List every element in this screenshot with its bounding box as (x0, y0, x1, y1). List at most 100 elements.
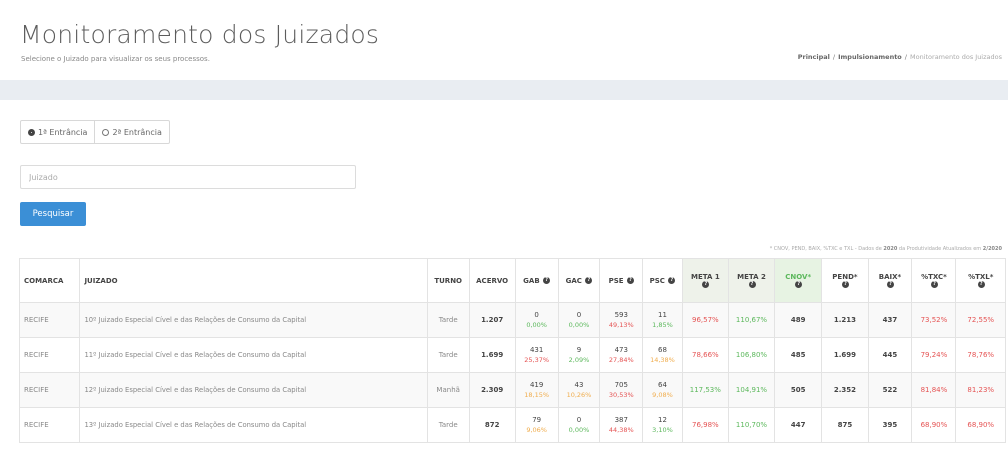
search-button[interactable]: Pesquisar (20, 202, 86, 226)
col-header-pse: PSE ? (599, 258, 644, 303)
juizado-search-input[interactable] (20, 165, 356, 189)
col-header-label: GAC (565, 276, 582, 285)
radio-entrancia-2[interactable]: 2ª Entrância (94, 121, 168, 143)
cell-baix: 437 (867, 302, 913, 338)
cell-turno: Manhã (426, 372, 470, 408)
table-row[interactable]: RECIFE 11º Juizado Especial Cível e das R… (18, 337, 1006, 373)
cell-comarca: RECIFE (18, 337, 81, 373)
cell-percent: 27,84% (608, 356, 634, 364)
info-circle-icon[interactable]: ? (626, 277, 634, 284)
cell-count: 0 (534, 311, 539, 319)
breadcrumb-principal[interactable]: Principal (798, 53, 830, 61)
info-circle-icon[interactable]: ? (886, 281, 894, 288)
info-circle-icon[interactable]: ? (795, 281, 803, 288)
radio-label: 1ª Entrância (38, 127, 88, 137)
info-circle-icon[interactable]: ? (977, 281, 985, 288)
cell-percent: 18,15% (524, 391, 550, 399)
info-circle-icon[interactable]: ? (585, 277, 593, 284)
table-row[interactable]: RECIFE 13º Juizado Especial Cível e das R… (18, 407, 1006, 443)
cell-count: 12 (658, 416, 667, 424)
cell-juizado: 13º Juizado Especial Cível e das Relaçõe… (79, 407, 428, 443)
cell-percent: 0,00% (568, 321, 590, 329)
cell-cnov: 447 (774, 407, 823, 443)
cell-baix: 445 (867, 337, 913, 373)
breadcrumb-separator: / (832, 53, 836, 61)
info-circle-icon[interactable]: ? (543, 277, 551, 284)
table-body: RECIFE 10º Juizado Especial Cível e das R… (18, 302, 1006, 443)
header-divider-band (0, 80, 1008, 100)
cell-acervo: 2.309 (468, 372, 516, 408)
breadcrumb-impulsionamento[interactable]: Impulsionamento (838, 53, 902, 61)
cell-count: 705 (614, 381, 628, 389)
cell-gac: 43 10,26% (557, 372, 601, 408)
cell-meta2: 110,67% (727, 302, 776, 338)
cell-txl: 81,23% (955, 372, 1006, 408)
cell-acervo: 1.207 (468, 302, 516, 338)
cell-pse: 705 30,53% (599, 372, 644, 408)
info-circle-icon[interactable]: ? (841, 281, 849, 288)
table-row[interactable]: RECIFE 10º Juizado Especial Cível e das R… (18, 302, 1006, 338)
breadcrumb: Principal / Impulsionamento / Monitoramento … (798, 53, 1002, 61)
page-subtitle: Selecione o Juizado para visualizar os s… (21, 55, 210, 63)
cell-count: 0 (576, 416, 582, 424)
cell-count: 387 (614, 416, 628, 424)
cell-txc: 81,84% (911, 372, 957, 408)
col-header-meta1: META 1? (681, 258, 729, 303)
cell-percent: 0,00% (526, 321, 547, 329)
cell-txl: 78,76% (955, 337, 1006, 373)
cell-percent: 30,53% (608, 391, 634, 399)
cell-turno: Tarde (426, 337, 470, 373)
radio-checked-icon (28, 128, 35, 136)
col-header-label: GAB (523, 276, 540, 285)
page-header: Monitoramento dos Juizados Selecione o J… (0, 0, 1008, 80)
cell-percent: 10,26% (566, 391, 592, 399)
col-header-gab: GAB ? (514, 258, 559, 303)
data-note-prefix: * CNOV, PEND, BAIX, %TXC e TXL - Dados d… (769, 246, 882, 252)
info-circle-icon[interactable]: ? (930, 281, 938, 288)
col-header-txl: %TXL*? (955, 258, 1006, 303)
cell-gac: 0 0,00% (557, 407, 601, 443)
cell-count: 419 (529, 381, 544, 389)
cell-percent: 25,37% (524, 356, 550, 364)
cell-comarca: RECIFE (18, 407, 81, 443)
cell-psc: 11 1,85% (642, 302, 683, 338)
cell-count: 64 (658, 381, 667, 389)
cell-percent: 1,85% (652, 321, 673, 329)
col-header-label: CNOV* (785, 272, 812, 281)
info-circle-icon[interactable]: ? (668, 277, 676, 284)
cell-gab: 0 0,00% (514, 302, 559, 338)
col-header-txc: %TXC*? (911, 258, 957, 303)
cell-count: 0 (576, 311, 582, 319)
cell-percent: 0,00% (568, 426, 590, 434)
cell-count: 79 (532, 416, 542, 424)
cell-count: 473 (614, 346, 628, 354)
info-circle-icon[interactable]: ? (702, 281, 710, 288)
cell-pend: 2.352 (821, 372, 869, 408)
cell-comarca: RECIFE (18, 302, 81, 338)
col-header-label: PSC (649, 276, 665, 285)
table-row[interactable]: RECIFE 12º Juizado Especial Cível e das R… (18, 372, 1006, 408)
cell-gab: 431 25,37% (514, 337, 559, 373)
col-header-turno: TURNO (426, 258, 470, 303)
cell-txl: 68,90% (955, 407, 1006, 443)
cell-cnov: 485 (774, 337, 823, 373)
entrancia-radio-group: 1ª Entrância 2ª Entrância (20, 120, 170, 144)
col-header-juizado: JUIZADO (79, 258, 428, 303)
col-header-meta2: META 2? (727, 258, 776, 303)
cell-psc: 68 14,38% (642, 337, 683, 373)
data-note-date: 2/2020 (982, 246, 1002, 252)
data-note: * CNOV, PEND, BAIX, %TXC e TXL - Dados d… (770, 246, 1002, 252)
cell-count: 431 (529, 346, 544, 354)
cell-percent: 44,38% (608, 426, 634, 434)
radio-label: 2ª Entrância (112, 127, 162, 137)
cell-meta1: 96,57% (681, 302, 729, 338)
radio-entrancia-1[interactable]: 1ª Entrância (21, 121, 94, 143)
cell-percent: 9,06% (526, 426, 547, 434)
cell-gab: 79 9,06% (514, 407, 559, 443)
cell-psc: 12 3,10% (642, 407, 683, 443)
col-header-label: BAIX* (878, 272, 902, 281)
col-header-label: META 1 (690, 272, 720, 281)
cell-acervo: 872 (468, 407, 516, 443)
cell-count: 11 (658, 311, 667, 319)
info-circle-icon[interactable]: ? (748, 281, 756, 288)
